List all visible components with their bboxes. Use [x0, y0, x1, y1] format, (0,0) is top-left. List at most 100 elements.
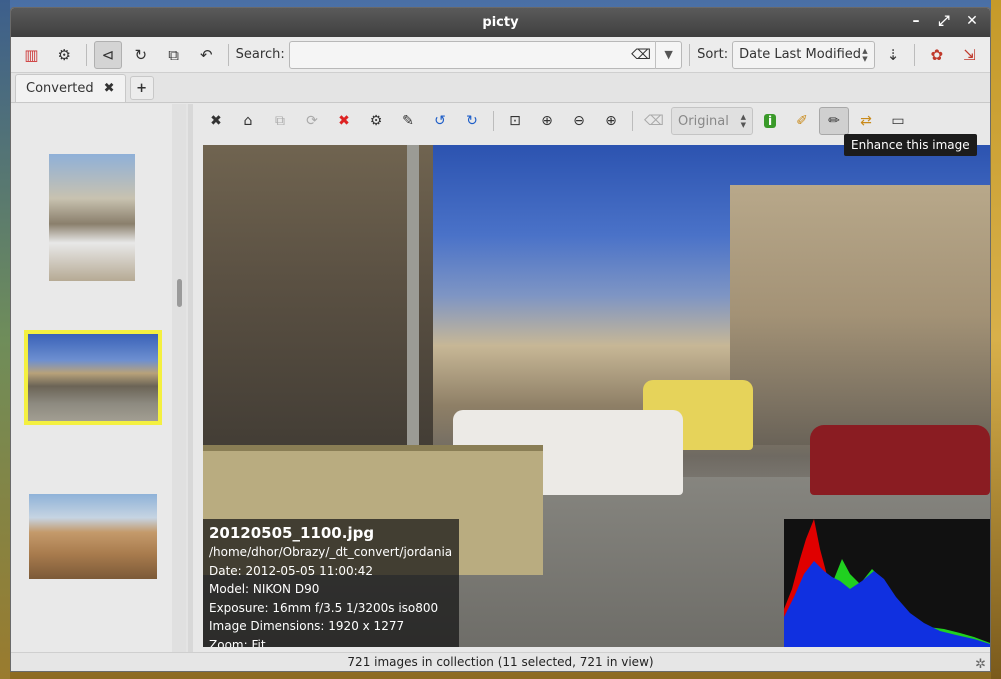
sort-select[interactable]: Date Last Modified ▲ ▼ — [732, 40, 875, 69]
plugin-button[interactable]: ✿ — [922, 41, 951, 69]
rotate-copy-icon: ⟳ — [306, 113, 318, 129]
pencil-icon: ✏ — [828, 113, 840, 129]
app-window: picty – ⤢ ✕ ▥ ⚙ ⊲ ↻ ⧉ ↶ Search: ⌫ ▼ Sort… — [10, 7, 991, 672]
zoom-out-button[interactable]: ⊖ — [564, 107, 594, 135]
settings-button[interactable]: ⚙ — [50, 41, 79, 69]
sort-label: Sort: — [697, 47, 729, 62]
close-tab-icon[interactable]: ✖ — [104, 81, 115, 96]
window-title: picty — [482, 15, 519, 30]
rotate-copy-button[interactable]: ⟳ — [297, 107, 327, 135]
clear-zoom-button[interactable]: ⌫ — [639, 107, 669, 135]
brush-icon: ✎ — [402, 113, 414, 129]
spinner-arrows-icon: ▲ ▼ — [862, 46, 868, 63]
zoom-select[interactable]: Original ▲ ▼ — [671, 107, 753, 135]
tab-bar: Converted ✖ + — [11, 73, 990, 103]
rotate-icon: ↻ — [134, 45, 148, 64]
thumbnail-pane — [11, 104, 181, 652]
tag-button[interactable]: ✐ — [787, 107, 817, 135]
rotate-left-button[interactable]: ↺ — [425, 107, 455, 135]
thumbnail-image[interactable] — [29, 494, 157, 579]
desktop-background-left — [0, 0, 10, 679]
photo-red-car — [810, 425, 990, 495]
search-box: ⌫ ▼ — [288, 40, 683, 69]
minimize-icon[interactable]: – — [908, 13, 924, 29]
image-settings-button[interactable]: ⚙ — [361, 107, 391, 135]
sort-direction-button[interactable]: ⇣ — [879, 41, 908, 69]
scrollbar-thumb[interactable] — [177, 279, 182, 307]
thumbnail-image — [28, 334, 158, 421]
sidebar-toggle-button[interactable]: ▥ — [17, 41, 46, 69]
chevron-down-icon: ▼ — [664, 48, 673, 61]
transfer-icon: ⇄ — [860, 113, 872, 129]
sidebar-icon: ▥ — [24, 45, 39, 64]
thumbnail-image[interactable] — [49, 154, 135, 281]
toolbar-separator — [632, 111, 633, 131]
tab-converted[interactable]: Converted ✖ — [15, 74, 126, 102]
zoom-in-button[interactable]: ⊕ — [596, 107, 626, 135]
image-exposure: Exposure: 16mm f/3.5 1/3200s iso800 — [209, 600, 439, 615]
view-toggle-icon: ⊲ — [101, 45, 115, 64]
thumbnail-scrollbar[interactable] — [172, 104, 186, 652]
undo-button[interactable]: ↶ — [192, 41, 221, 69]
close-icon[interactable]: ✕ — [964, 13, 980, 29]
tag-icon: ✐ — [796, 113, 808, 129]
close-icon: ✖ — [210, 113, 222, 129]
image-model: Model: NIKON D90 — [209, 582, 320, 596]
select-button[interactable]: ⧉ — [159, 41, 188, 69]
plugin-icon: ✿ — [930, 45, 944, 64]
add-tab-button[interactable]: + — [129, 76, 154, 100]
delete-button[interactable]: ✖ — [329, 107, 359, 135]
search-input[interactable] — [289, 41, 628, 68]
info-button[interactable]: i — [755, 107, 785, 135]
select-icon: ⧉ — [168, 45, 179, 64]
toolbar-separator — [914, 43, 916, 66]
image-filename: 20120505_1100.jpg — [209, 524, 375, 542]
viewer-toolbar: ✖ ⌂ ⧉ ⟳ ✖ ⚙ ✎ ↺ ↻ ⊡ ⊕ ⊖ ⊕ ⌫ Original ▲▼ — [193, 104, 990, 138]
plus-icon: + — [136, 80, 148, 96]
thumbnail-selected[interactable] — [24, 330, 162, 425]
copy-button[interactable]: ⧉ — [265, 107, 295, 135]
enhance-button[interactable]: ✏ — [819, 107, 849, 135]
status-bar: 721 images in collection (11 selected, 7… — [11, 652, 990, 671]
main-photo[interactable]: 20120505_1100.jpg /home/dhor/Obrazy/_dt_… — [203, 145, 990, 647]
image-viewer: ✖ ⌂ ⧉ ⟳ ✖ ⚙ ✎ ↺ ↻ ⊡ ⊕ ⊖ ⊕ ⌫ Original ▲▼ — [193, 104, 990, 652]
fit-icon: ⊡ — [509, 113, 521, 129]
image-path: /home/dhor/Obrazy/_dt_convert/jordania — [209, 545, 453, 559]
home-button[interactable]: ⌂ — [233, 107, 263, 135]
zoom-out-icon: ⊖ — [573, 113, 585, 129]
view-toggle-button[interactable]: ⊲ — [93, 40, 123, 69]
zoom-fit-button[interactable]: ⊡ — [500, 107, 530, 135]
rotate-button[interactable]: ↻ — [126, 41, 155, 69]
spinner-arrows-icon: ▲ ▼ — [740, 113, 746, 129]
clear-icon[interactable]: ⌫ — [627, 47, 655, 63]
edit-button[interactable]: ✎ — [393, 107, 423, 135]
zoom-100-button[interactable]: ⊕ — [532, 107, 562, 135]
undo-icon: ↶ — [200, 45, 213, 64]
image-zoom: Zoom: Fit — [209, 637, 266, 648]
toolbar-separator — [85, 43, 87, 66]
info-icon: i — [763, 114, 777, 128]
delete-icon: ✖ — [338, 113, 350, 129]
rotate-left-icon: ↺ — [434, 113, 446, 129]
zoom-in-icon: ⊕ — [605, 113, 617, 129]
sort-direction-icon: ⇣ — [886, 45, 900, 64]
maximize-icon[interactable]: ⤢ — [936, 13, 952, 29]
desktop-background-right — [991, 0, 1001, 679]
gear-icon: ⚙ — [57, 45, 71, 64]
image-date: Date: 2012-05-05 11:00:42 — [209, 563, 373, 578]
toolbar-separator — [689, 43, 691, 66]
close-viewer-button[interactable]: ✖ — [201, 107, 231, 135]
gear-icon: ⚙ — [369, 113, 383, 129]
toolbar-separator — [227, 43, 229, 66]
tab-label: Converted — [26, 81, 94, 96]
image-info-overlay: 20120505_1100.jpg /home/dhor/Obrazy/_dt_… — [203, 519, 459, 647]
rotate-right-button[interactable]: ↻ — [457, 107, 487, 135]
fullscreen-button[interactable]: ▭ — [883, 107, 913, 135]
search-history-dropdown[interactable]: ▼ — [655, 40, 681, 69]
enhance-tooltip: Enhance this image — [844, 134, 977, 156]
transfer-button[interactable]: ⇄ — [851, 107, 881, 135]
zoom-one-icon: ⊕ — [541, 113, 553, 129]
home-icon: ⌂ — [243, 113, 253, 129]
exit-button[interactable]: ⇲ — [955, 41, 984, 69]
image-dimensions: Image Dimensions: 1920 x 1277 — [209, 619, 405, 633]
